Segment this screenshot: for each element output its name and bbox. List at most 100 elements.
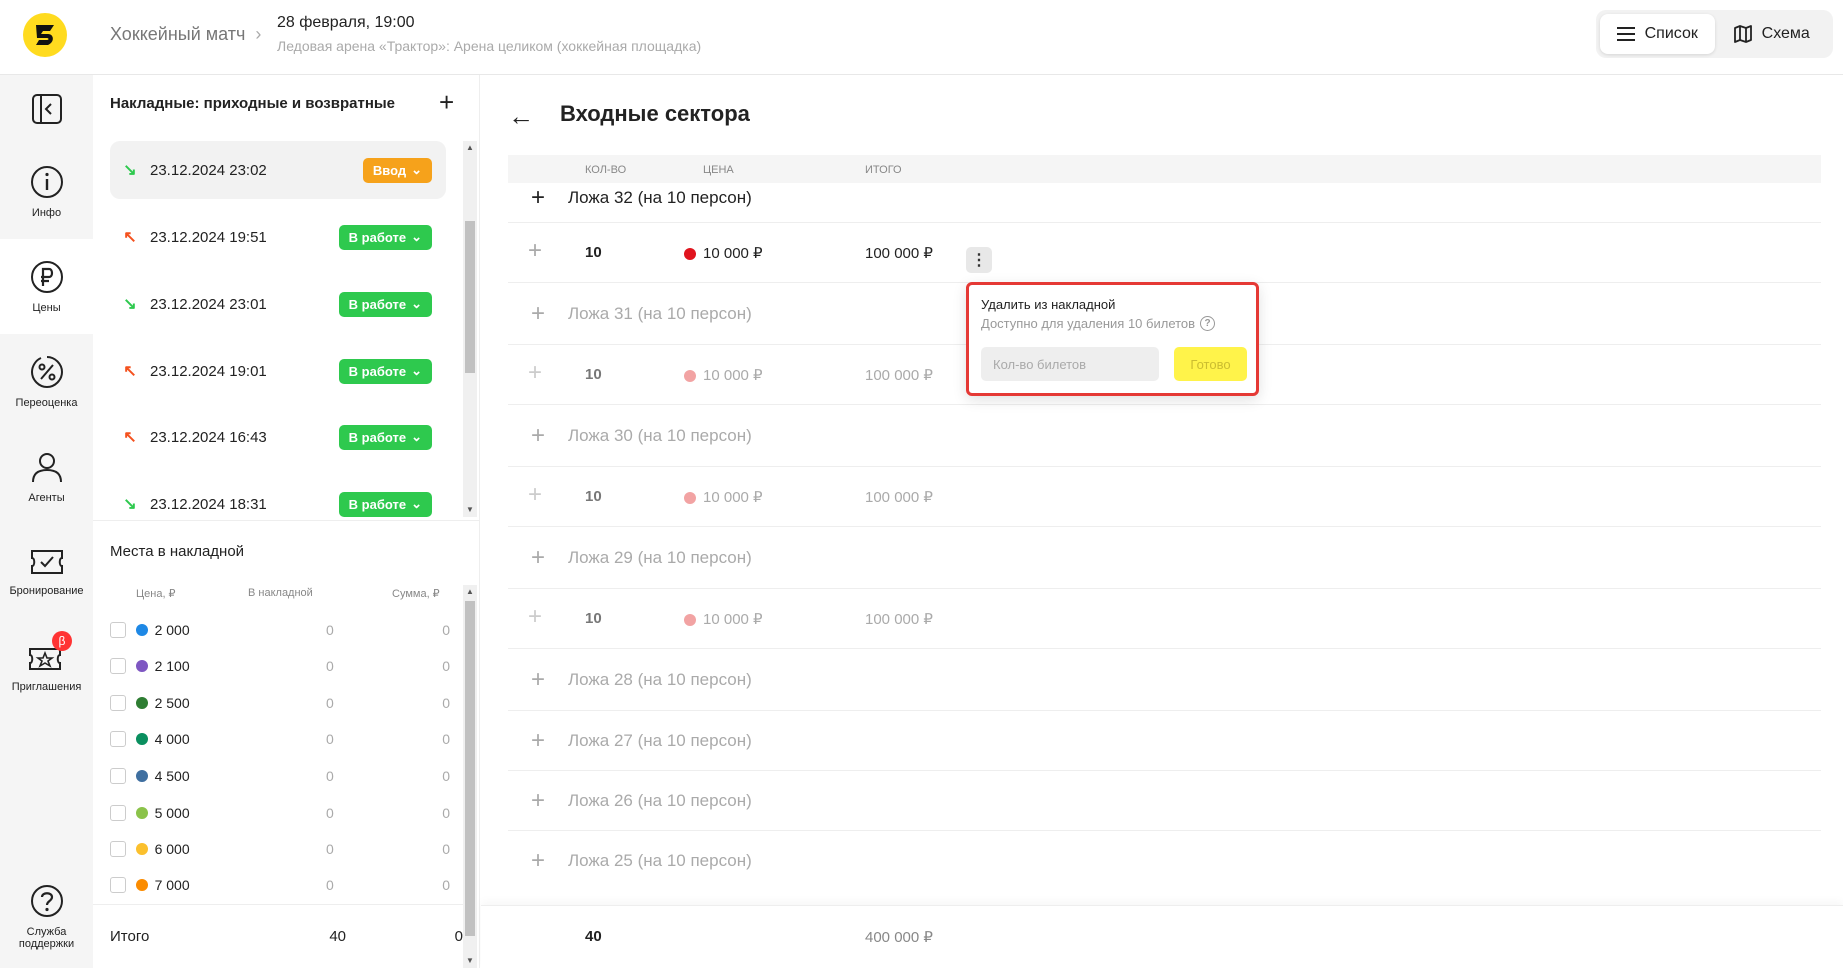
seat-sum: 0 [442, 805, 450, 821]
price-color-dot [135, 770, 148, 782]
expand-plus-icon[interactable]: + [508, 185, 568, 210]
expand-plus-icon[interactable]: + [508, 423, 568, 448]
table-footer: 40 400 000 ₽ [481, 905, 1843, 968]
chevron-down-icon: ⌄ [411, 162, 422, 177]
invoice-item[interactable]: ↖ 23.12.2024 19:01 В работе ⌄ [110, 342, 446, 400]
sidebar-collapse-icon [31, 94, 62, 124]
row-checkbox[interactable] [110, 731, 126, 747]
seat-sum: 0 [442, 658, 450, 674]
add-plus-icon[interactable]: + [528, 239, 542, 263]
row-checkbox[interactable] [110, 877, 126, 893]
invoices-title: Накладные: приходные и возвратные [110, 95, 396, 112]
status-badge[interactable]: В работе ⌄ [338, 224, 432, 250]
sector-price-row: + 10 10 000 ₽ 100 000 ₽ [508, 589, 1821, 649]
sector-name: Ложа 29 (на 10 персон) [568, 547, 752, 567]
invoice-datetime: 23.12.2024 23:01 [150, 295, 267, 313]
status-badge[interactable]: Ввод ⌄ [362, 157, 432, 183]
add-plus-icon[interactable]: + [528, 483, 542, 507]
outgoing-arrow-icon: ↖ [123, 363, 137, 380]
price-color-dot [135, 843, 148, 855]
status-badge[interactable]: В работе ⌄ [338, 291, 432, 317]
status-label: В работе [348, 363, 407, 379]
row-checkbox[interactable] [110, 805, 126, 821]
back-arrow-icon[interactable]: ← [508, 101, 534, 132]
info-icon [30, 165, 63, 198]
footer-qty: 40 [585, 928, 602, 945]
expand-plus-icon[interactable]: + [508, 301, 568, 326]
logo[interactable] [23, 13, 67, 57]
status-badge[interactable]: В работе ⌄ [338, 424, 432, 450]
view-scheme-button[interactable]: Схема [1715, 14, 1830, 54]
scrollbar-thumb[interactable] [465, 221, 475, 373]
row-qty: 10 [585, 610, 602, 627]
invoice-item[interactable]: ↘ 23.12.2024 23:01 В работе ⌄ [110, 275, 446, 333]
expand-plus-icon[interactable]: + [508, 545, 568, 570]
row-menu-button[interactable]: ⋮ [966, 247, 992, 273]
footer-total: 400 000 ₽ [865, 929, 933, 946]
nav-item-revaluation[interactable]: Переоценка [0, 334, 93, 429]
expand-plus-icon[interactable]: + [508, 849, 568, 873]
invoice-datetime: 23.12.2024 19:01 [150, 362, 267, 380]
sector-name: Ложа 26 (на 10 персон) [568, 790, 752, 810]
invoice-item[interactable]: ↖ 23.12.2024 16:43 В работе ⌄ [110, 408, 446, 466]
invoice-list-scrollbar[interactable]: ▲ ▼ [463, 141, 477, 517]
nav-item-invitations[interactable]: β Приглашения [0, 619, 93, 714]
row-checkbox[interactable] [110, 622, 126, 638]
row-checkbox[interactable] [110, 658, 126, 674]
sector-row: + Ложа 32 (на 10 персон) [508, 173, 1821, 223]
scroll-up-arrow-icon[interactable]: ▲ [463, 585, 477, 599]
popup-subtitle-row: Доступно для удаления 10 билетов ? [981, 316, 1216, 331]
scrollbar-thumb[interactable] [465, 601, 475, 936]
chevron-down-icon: ⌄ [411, 496, 422, 511]
breadcrumb-event-type[interactable]: Хоккейный матч [110, 24, 245, 45]
nav-item-booking[interactable]: Бронирование [0, 524, 93, 619]
invoice-item[interactable]: ↖ 23.12.2024 19:51 В работе ⌄ [110, 208, 446, 266]
seats-scrollbar[interactable]: ▲ ▼ [463, 585, 477, 968]
nav-item-support[interactable]: Служба поддержки [0, 865, 93, 968]
invoice-item[interactable]: ↘ 23.12.2024 18:31 В работе ⌄ [110, 475, 446, 517]
sector-row: + Ложа 25 (на 10 персон) [508, 831, 1821, 891]
remove-popup: Удалить из накладной Доступно для удален… [966, 282, 1259, 396]
seat-price-row: 4 500 0 0 [110, 758, 450, 794]
expand-plus-icon[interactable]: + [508, 667, 568, 692]
seat-price-row: 2 000 0 0 [110, 612, 450, 648]
row-price: 10 000 ₽ [703, 367, 763, 384]
sector-row: + Ложа 29 (на 10 персон) [508, 527, 1821, 589]
collapse-sidebar-button[interactable] [0, 75, 93, 143]
done-button[interactable]: Готово [1174, 347, 1247, 381]
ticket-count-input[interactable] [981, 347, 1159, 381]
row-checkbox[interactable] [110, 841, 126, 857]
nav-item-prices[interactable]: Цены [0, 239, 93, 334]
divider [93, 520, 480, 521]
seat-price: 2 000 [154, 622, 190, 638]
seat-price-row: 5 000 0 0 [110, 795, 450, 831]
invoice-datetime: 23.12.2024 19:51 [150, 228, 267, 246]
status-badge[interactable]: В работе ⌄ [338, 491, 432, 517]
nav-item-agents[interactable]: Агенты [0, 429, 93, 524]
user-icon [31, 452, 62, 482]
scroll-down-arrow-icon[interactable]: ▼ [463, 503, 477, 517]
invoice-item[interactable]: ↘ 23.12.2024 23:02 Ввод ⌄ [110, 141, 446, 199]
expand-plus-icon[interactable]: + [508, 728, 568, 753]
status-label: В работе [348, 429, 407, 445]
seat-price: 6 000 [154, 841, 190, 857]
view-list-button[interactable]: Список [1600, 14, 1715, 54]
add-plus-icon[interactable]: + [528, 605, 542, 629]
row-checkbox[interactable] [110, 695, 126, 711]
scroll-down-arrow-icon[interactable]: ▼ [463, 954, 477, 968]
ticket-check-icon [30, 549, 63, 574]
incoming-arrow-icon: ↘ [123, 296, 137, 313]
add-plus-icon[interactable]: + [528, 361, 542, 385]
scroll-up-arrow-icon[interactable]: ▲ [463, 141, 477, 155]
seat-price: 2 100 [154, 658, 190, 674]
status-badge[interactable]: В работе ⌄ [338, 358, 432, 384]
add-invoice-button[interactable]: + [439, 89, 454, 115]
row-checkbox[interactable] [110, 768, 126, 784]
nav-item-info[interactable]: Инфо [0, 144, 93, 239]
chevron-down-icon: ⌄ [411, 296, 422, 311]
seat-price: 5 000 [154, 805, 190, 821]
expand-plus-icon[interactable]: + [508, 788, 568, 813]
incoming-arrow-icon: ↘ [123, 162, 137, 179]
question-icon[interactable]: ? [1200, 316, 1216, 331]
seat-qty: 0 [326, 695, 334, 711]
